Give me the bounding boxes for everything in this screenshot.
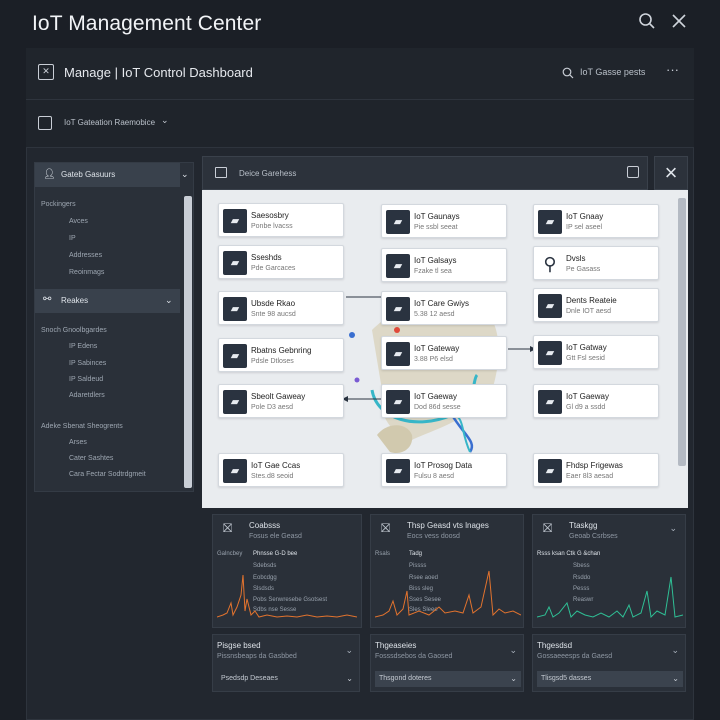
device-card[interactable]: ▰ IoT Gaeway Dod 86d sesse <box>381 384 507 418</box>
more-options-icon[interactable]: ··· <box>666 62 679 77</box>
device-card[interactable]: ▰ Ubsde Rkao Snte 98 aucsd <box>218 291 344 325</box>
device-card[interactable]: ▰ Dents Reateie Dnle IOT aesd <box>533 288 659 322</box>
gateway-filter-label[interactable]: IoT Gateation Raemobice <box>64 118 155 127</box>
device-card[interactable]: ▰ Rbatns Gebnring Pdsle Dtloses <box>218 338 344 372</box>
sidebar-item[interactable]: IP Sabinces <box>69 360 106 367</box>
router-icon: ▰ <box>538 294 562 318</box>
device-card[interactable]: ▰ IoT Gnaay IP sel aseel <box>533 204 659 238</box>
router-icon: ▰ <box>386 254 410 278</box>
search-icon[interactable] <box>638 12 656 35</box>
dashboard-title: Manage | IoT Control Dashboard <box>64 65 253 80</box>
close-panel-button[interactable]: × <box>654 156 688 190</box>
panel-dropdown[interactable]: Tlisgsd5 dasses ⌄ <box>537 671 683 687</box>
dashboard-icon[interactable]: ✕ <box>38 64 54 80</box>
device-card[interactable]: ▰ IoT Gaunays Pie ssbl seeat <box>381 204 507 238</box>
panel-dropdown[interactable]: Thsgond doteres ⌄ <box>375 671 521 687</box>
router-icon: ▰ <box>538 459 562 483</box>
canvas-scrollbar[interactable] <box>678 198 686 466</box>
sidebar-group-label: Adeke Sbenat Sheogrents <box>41 423 123 430</box>
sidebar-scrollbar[interactable] <box>184 196 192 488</box>
chart-icon: ⛝ <box>381 521 391 535</box>
sparkline-chart <box>375 570 521 618</box>
chart-icon: ⛝ <box>543 521 553 535</box>
device-card[interactable]: ▰ Fhdsp Frigewas Eaer 8l3 aesad <box>533 453 659 487</box>
chevron-down-icon[interactable]: ⌄ <box>161 115 169 126</box>
toolbar-search-text[interactable]: IoT Gasse pests <box>580 67 645 77</box>
sparkline-chart <box>217 574 357 618</box>
sidebar-group-label: Snoch Gnoolbgardes <box>41 327 107 334</box>
sidebar-item[interactable]: Reoinmags <box>69 269 104 276</box>
chevron-down-icon[interactable]: ⌄ <box>672 674 679 683</box>
sidebar-section-reakes[interactable]: Reakes <box>35 289 180 313</box>
chevron-down-icon[interactable]: ⌄ <box>510 674 517 683</box>
sidebar-item[interactable]: Addresses <box>69 252 102 259</box>
panel-dropdown[interactable]: Psedsdp Deseaes ⌄ <box>217 671 357 687</box>
sparkline-chart <box>537 576 683 619</box>
router-icon: ▰ <box>538 390 562 414</box>
sidebar: Gateb Gasuurs 👤︎ ⌄ Pockingers Avces IP A… <box>34 162 194 492</box>
metrics-widget: ⛝ Thsp Geasd vts lnages Eocs vess doosd … <box>370 514 524 628</box>
sidebar-section-gateways[interactable]: Gateb Gasuurs <box>35 163 180 187</box>
device-card[interactable]: ▰ IoT Gae Ccas Stes.d8 seoid <box>218 453 344 487</box>
device-card[interactable]: ▰ Saesosbry Ponbe lvacss <box>218 203 344 237</box>
sidebar-item[interactable]: IP Saldeud <box>69 376 103 383</box>
device-card[interactable]: ▰ IoT Gatway Gtt Fsl sesid <box>533 335 659 369</box>
briefcase-icon <box>38 116 52 130</box>
close-icon[interactable] <box>670 12 688 35</box>
sidebar-item[interactable]: Adaretdlers <box>69 392 105 399</box>
router-icon: ▰ <box>386 297 410 321</box>
device-card[interactable]: ▰ IoT Galsays Fzake tl sea <box>381 248 507 282</box>
settings-panel: Thgesdsd Gossaeeesps da Gaesd ⌄ Tlisgsd5… <box>532 634 686 692</box>
sidebar-item[interactable]: IP Edens <box>69 343 97 350</box>
device-card[interactable]: ▰ Sbeolt Gaweay Pole D3 aesd <box>218 384 344 418</box>
router-icon: ▰ <box>223 459 247 483</box>
metrics-widget: ⛝ Ttaskgg Geoab Csrbses ⌄ Rsss ksan Ctk … <box>532 514 686 628</box>
router-icon: ▰ <box>223 390 247 414</box>
router-icon: ▰ <box>223 251 247 275</box>
router-icon: ▰ <box>386 390 410 414</box>
device-card[interactable]: ⚲ Dvsls Pe Gasass <box>533 246 659 280</box>
toolbar-search-icon[interactable] <box>562 66 574 84</box>
device-card[interactable]: ▰ IoT Prosog Data Fulsu 8 aesd <box>381 453 507 487</box>
chart-icon: ⛝ <box>223 521 233 535</box>
device-icon <box>215 167 227 178</box>
gateway-filter-bar: IoT Gateation Raemobice ⌄ <box>26 100 694 148</box>
device-card[interactable]: ▰ IoT Gateway 3.88 P6 elsd <box>381 336 507 370</box>
device-card[interactable]: ▰ Sseshds Pde Garcaces <box>218 245 344 279</box>
sidebar-item[interactable]: Arses <box>69 439 87 446</box>
chevron-down-icon[interactable]: ⌄ <box>345 645 353 656</box>
user-icon: 👤︎ <box>43 169 56 180</box>
router-icon: ▰ <box>386 210 410 234</box>
sidebar-item[interactable]: Cater Sashtes <box>69 455 113 462</box>
router-icon: ▰ <box>538 341 562 365</box>
router-icon: ▰ <box>386 342 410 366</box>
chevron-down-icon[interactable]: ⌄ <box>671 645 679 656</box>
router-icon: ▰ <box>538 210 562 234</box>
device-card[interactable]: ▰ IoT Gaeway Gl d9 a ssdd <box>533 384 659 418</box>
settings-panel: Thgeaseies Fosssdsebos da Gaosed ⌄ Thsgo… <box>370 634 524 692</box>
expand-icon[interactable] <box>627 166 639 178</box>
router-icon: ▰ <box>223 209 247 233</box>
sidebar-item[interactable]: Cara Fectar Sodtrdgmeit <box>69 471 146 478</box>
sidebar-group-label: Pockingers <box>41 201 76 208</box>
group-icon: ⚯ <box>43 294 52 305</box>
router-icon: ▰ <box>386 459 410 483</box>
chevron-down-icon[interactable]: ⌄ <box>509 645 517 656</box>
metrics-widget: ⛝ Coabsss Fosus ele Geasd Galncbey Phnss… <box>212 514 362 628</box>
device-panel-title: Deice Garehess <box>239 169 297 178</box>
chevron-down-icon[interactable]: ⌄ <box>181 169 189 180</box>
chevron-down-icon[interactable]: ⌄ <box>669 523 677 534</box>
router-icon: ▰ <box>223 344 247 368</box>
sidebar-item[interactable]: IP <box>69 235 76 242</box>
chevron-down-icon[interactable]: ⌄ <box>165 295 173 306</box>
chevron-down-icon[interactable]: ⌄ <box>346 674 353 683</box>
settings-panel: Pisgse bsed Pissnsbeaps da Gasbbed ⌄ Pse… <box>212 634 360 692</box>
router-icon: ▰ <box>223 297 247 321</box>
sidebar-item[interactable]: Avces <box>69 218 88 225</box>
toolbar: ✕ Manage | IoT Control Dashboard IoT Gas… <box>26 48 694 100</box>
location-pin-icon: ⚲ <box>543 254 557 274</box>
app-title: IoT Management Center <box>32 12 262 35</box>
device-card[interactable]: ▰ IoT Care Gwiys 5.38 12 aesd <box>381 291 507 325</box>
device-panel-header: Deice Garehess <box>202 156 648 190</box>
